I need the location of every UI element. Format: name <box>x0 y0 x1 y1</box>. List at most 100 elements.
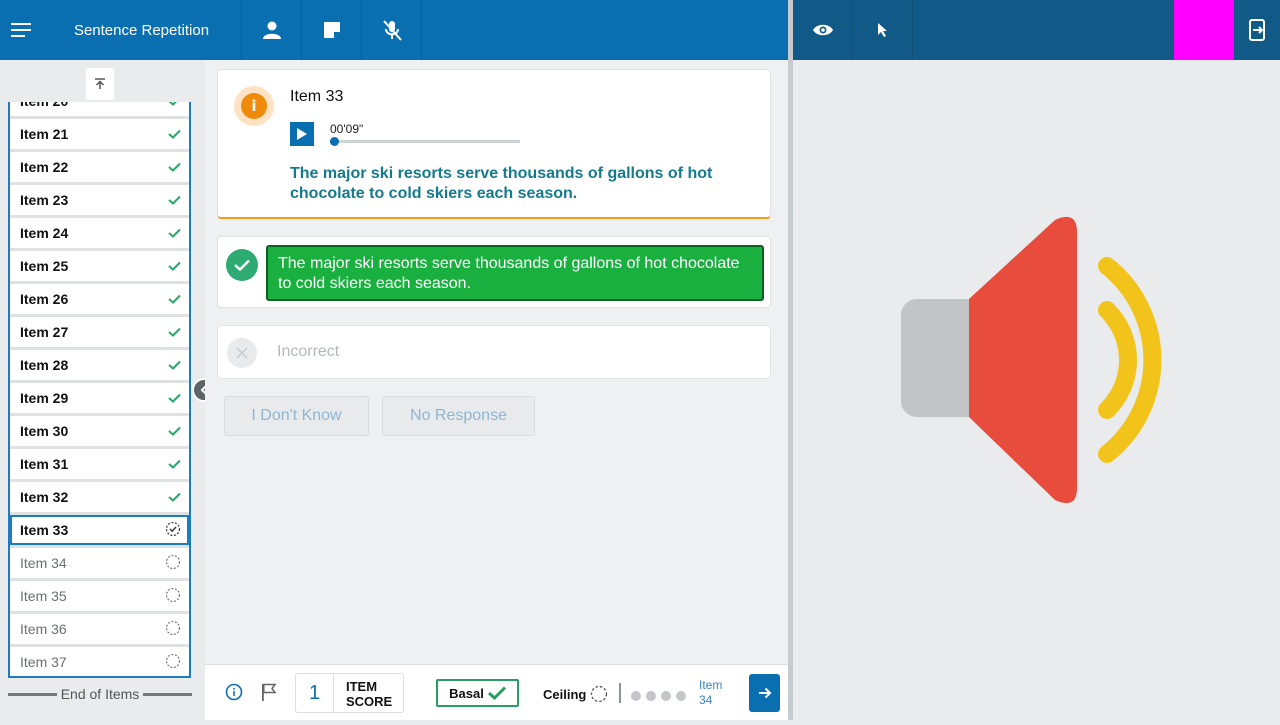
color-marker <box>1174 0 1234 60</box>
check-icon <box>168 258 181 274</box>
basal-status: Basal <box>436 679 519 707</box>
sidebar-item[interactable]: Item 27 <box>10 317 189 347</box>
preview-button[interactable] <box>793 0 853 60</box>
check-icon <box>168 159 181 175</box>
check-icon <box>168 390 181 406</box>
top-bar: Sentence Repetition <box>0 0 788 60</box>
no-response-button[interactable]: No Response <box>382 396 535 436</box>
check-icon <box>168 126 181 142</box>
pending-icon <box>165 653 181 672</box>
microphone-off-button[interactable] <box>362 0 422 60</box>
switch-screen-button[interactable] <box>1234 0 1280 60</box>
sidebar-item-label: Item 30 <box>20 423 69 439</box>
item-list[interactable]: Item 20 Item 21 Item 22 Item 23 Item 24 Item … <box>8 102 191 678</box>
item-score-label: ITEM SCORE <box>346 679 402 709</box>
scroll-top-button[interactable] <box>86 68 114 100</box>
item-score-label-line2: SCORE <box>346 694 393 709</box>
incorrect-label: Incorrect <box>277 343 340 360</box>
dont-know-button[interactable]: I Don't Know <box>224 396 369 436</box>
sidebar-item[interactable]: Item 23 <box>10 185 189 215</box>
end-of-items: End of Items <box>8 686 192 702</box>
cursor-icon <box>877 23 887 37</box>
sidebar-item-label: Item 25 <box>20 258 69 274</box>
sidebar-item[interactable]: Item 24 <box>10 218 189 248</box>
scoring-footer: 1 ITEM SCORE Basal Ceiling Item 34 <box>205 664 788 720</box>
ceiling-label: Ceiling <box>543 686 587 702</box>
scoring-panel: i Item 33 00'09" The major ski resorts s… <box>205 60 788 720</box>
check-icon <box>168 456 181 472</box>
check-icon <box>168 291 181 307</box>
progress-dot <box>661 691 671 701</box>
sidebar-item[interactable]: Item 22 <box>10 152 189 182</box>
sidebar-item[interactable]: Item 33 <box>10 515 189 545</box>
sidebar-item[interactable]: Item 20 <box>10 102 189 116</box>
arrow-to-top-icon <box>95 78 105 89</box>
menu-button[interactable] <box>0 0 42 60</box>
sidebar-item[interactable]: Item 29 <box>10 383 189 413</box>
sidebar-item-label: Item 21 <box>20 126 69 142</box>
correct-option-card[interactable]: The major ski resorts serve thousands of… <box>217 236 771 308</box>
speaker-icon <box>901 216 1162 504</box>
progress-dot <box>646 691 656 701</box>
exit-icon <box>1249 19 1265 41</box>
sidebar-item[interactable]: Item 26 <box>10 284 189 314</box>
audio-progress-handle[interactable] <box>329 137 339 146</box>
incorrect-option-card[interactable]: Incorrect <box>217 325 771 379</box>
sidebar-item-label: Item 31 <box>20 456 69 472</box>
sidebar-item[interactable]: Item 21 <box>10 119 189 149</box>
check-icon <box>168 102 181 109</box>
sidebar-item-label: Item 27 <box>20 324 69 340</box>
basal-label: Basal <box>449 685 484 701</box>
check-icon <box>226 249 258 281</box>
item-score-box: 1 ITEM SCORE <box>295 673 404 713</box>
check-icon <box>168 423 181 439</box>
pending-icon <box>165 620 181 639</box>
sidebar-item[interactable]: Item 34 <box>10 548 189 578</box>
sidebar-item-label: Item 35 <box>20 588 67 604</box>
check-icon <box>168 225 181 241</box>
audio-progress-track[interactable] <box>329 137 520 146</box>
pending-icon <box>165 554 181 573</box>
sidebar-item-label: Item 36 <box>20 621 67 637</box>
sidebar-item[interactable]: Item 37 <box>10 647 189 676</box>
pointer-button[interactable] <box>853 0 913 60</box>
in-progress-icon <box>165 521 181 540</box>
question-card: i Item 33 00'09" The major ski resorts s… <box>217 69 771 219</box>
check-icon <box>168 192 181 208</box>
sidebar-item[interactable]: Item 30 <box>10 416 189 446</box>
app-title: Sentence Repetition <box>42 0 242 60</box>
next-item-label-line1: Item <box>699 678 723 692</box>
info-icon[interactable]: i <box>234 86 274 126</box>
ceiling-pending-icon <box>591 685 608 703</box>
eye-icon <box>812 24 833 36</box>
footer-separator <box>619 683 621 703</box>
next-item-label: Item 34 <box>699 678 722 708</box>
sidebar-item[interactable]: Item 28 <box>10 350 189 380</box>
microphone-off-icon <box>382 20 402 41</box>
end-of-items-label: End of Items <box>60 686 140 702</box>
item-score-value: 1 <box>296 674 334 712</box>
info-outline-icon[interactable] <box>225 683 243 706</box>
progress-dot <box>631 691 641 701</box>
play-button[interactable] <box>290 122 314 146</box>
next-item-button[interactable] <box>749 674 780 712</box>
sidebar-item[interactable]: Item 25 <box>10 251 189 281</box>
flag-icon[interactable] <box>261 683 277 706</box>
play-icon <box>297 128 307 140</box>
examinee-top-bar <box>793 0 1280 60</box>
sidebar-item-label: Item 29 <box>20 390 69 406</box>
sidebar-item[interactable]: Item 36 <box>10 614 189 644</box>
notes-button[interactable] <box>302 0 362 60</box>
sidebar-item[interactable]: Item 32 <box>10 482 189 512</box>
progress-dot <box>676 691 686 701</box>
sidebar-item-label: Item 23 <box>20 192 69 208</box>
examinee-button[interactable] <box>242 0 302 60</box>
pending-icon <box>165 587 181 606</box>
item-prompt: The major ski resorts serve thousands of… <box>290 165 713 202</box>
sidebar-item-label: Item 34 <box>20 555 67 571</box>
sidebar-item-label: Item 37 <box>20 654 67 670</box>
sidebar-item[interactable]: Item 31 <box>10 449 189 479</box>
audio-time: 00'09" <box>330 122 364 136</box>
hamburger-icon <box>11 23 31 37</box>
sidebar-item[interactable]: Item 35 <box>10 581 189 611</box>
